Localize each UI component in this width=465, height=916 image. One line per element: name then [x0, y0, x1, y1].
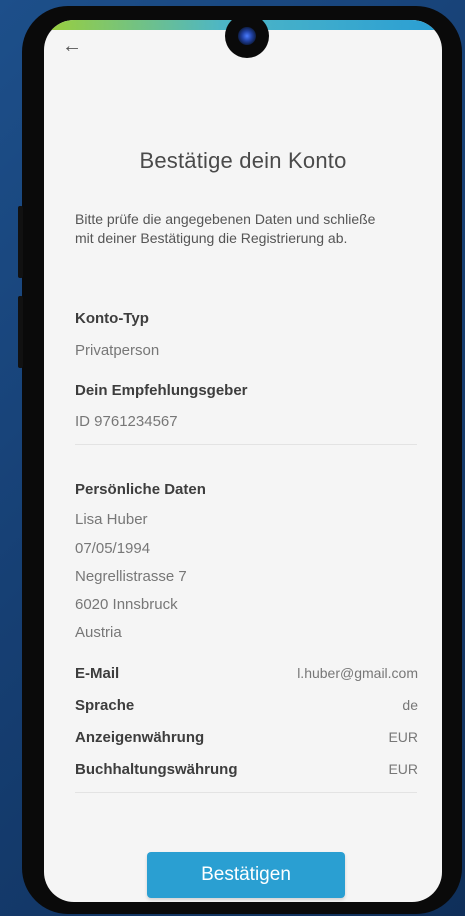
personal-country: Austria [75, 624, 122, 641]
referrer-label: Dein Empfehlungsgeber [75, 382, 248, 399]
account-type-value: Privatperson [75, 342, 160, 359]
divider [75, 792, 417, 793]
detail-row-email: E-Mail l.huber@gmail.com [75, 665, 418, 685]
detail-label: Buchhaltungswährung [75, 761, 238, 778]
camera-icon [238, 27, 256, 45]
app-screen: ← Bestätige dein Konto Bitte prüfe die a… [44, 20, 442, 902]
personal-street: Negrellistrasse 7 [75, 568, 187, 585]
detail-value: l.huber@gmail.com [297, 665, 418, 681]
divider [75, 444, 417, 445]
detail-value: de [402, 697, 418, 713]
detail-value: EUR [388, 761, 418, 777]
phone-frame: ← Bestätige dein Konto Bitte prüfe die a… [18, 6, 462, 914]
side-button-lower [18, 296, 23, 368]
detail-value: EUR [388, 729, 418, 745]
intro-text: Bitte prüfe die angegebenen Daten und sc… [75, 211, 376, 246]
account-type-label: Konto-Typ [75, 310, 149, 327]
personal-data-label: Persönliche Daten [75, 481, 206, 498]
page-title: Bestätige dein Konto [139, 148, 347, 173]
detail-label: Anzeigenwährung [75, 729, 205, 746]
camera-notch [225, 20, 269, 58]
arrow-left-icon[interactable]: ← [62, 36, 82, 56]
confirm-button[interactable]: Bestätigen [147, 852, 345, 898]
personal-birthdate: 07/05/1994 [75, 540, 151, 557]
personal-name: Lisa Huber [75, 511, 148, 528]
personal-city: 6020 Innsbruck [75, 596, 178, 613]
detail-row-language: Sprache de [75, 697, 418, 717]
detail-label: E-Mail [75, 665, 120, 682]
detail-label: Sprache [75, 697, 135, 714]
side-button-upper [18, 206, 23, 278]
detail-row-accounting-currency: Buchhaltungswährung EUR [75, 761, 418, 781]
referrer-value: ID 9761234567 [75, 413, 178, 430]
detail-row-display-currency: Anzeigenwährung EUR [75, 729, 418, 749]
